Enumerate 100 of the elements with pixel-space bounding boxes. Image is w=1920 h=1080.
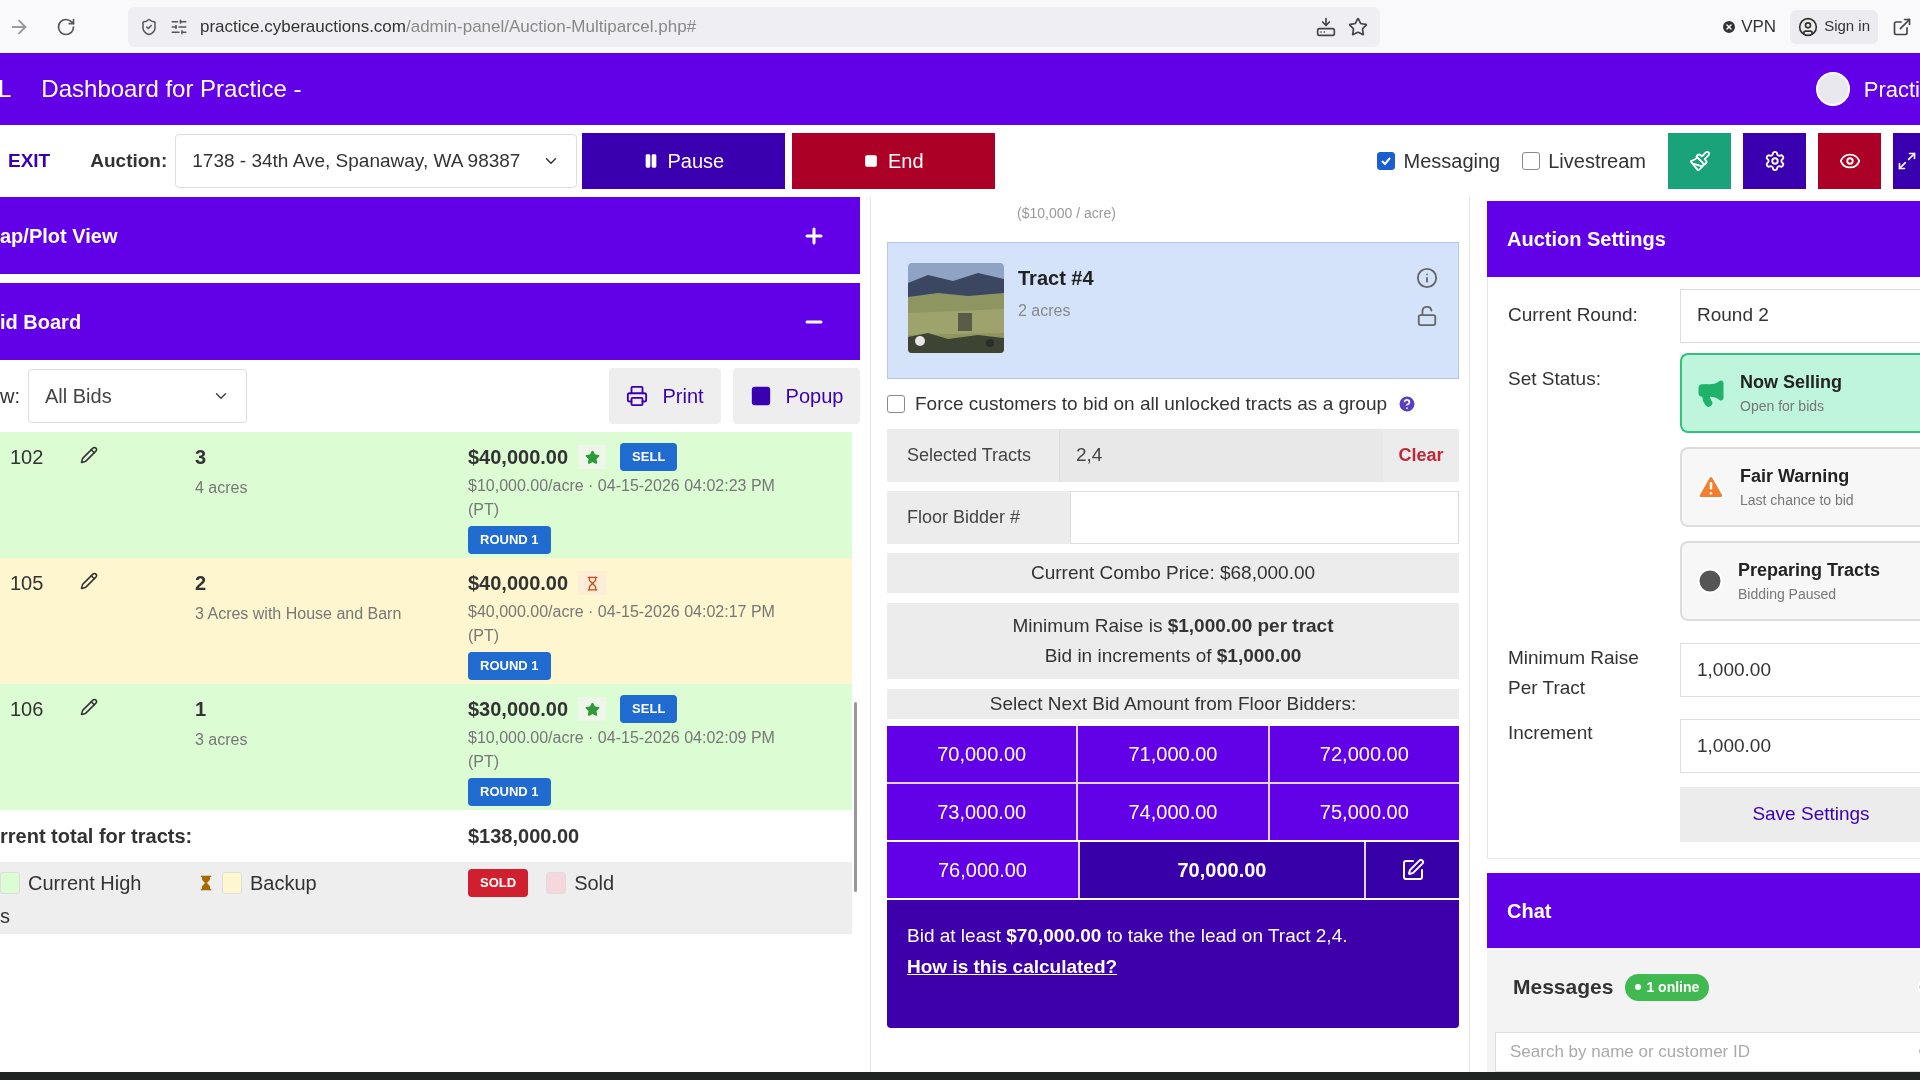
settings-header: Auction Settings xyxy=(1487,201,1920,277)
bid-amount-button[interactable]: 74,000.00 xyxy=(1078,784,1268,840)
bid-amount: $30,000.00 xyxy=(468,697,569,722)
address-bar[interactable]: practice.cyberauctions.com/admin-panel/Auction-Multiparcel.php# xyxy=(128,6,1380,47)
info-icon[interactable] xyxy=(1416,267,1438,289)
bid-amount-button[interactable]: 76,000.00 xyxy=(887,842,1078,898)
preview-button[interactable] xyxy=(1818,133,1881,189)
share-icon[interactable] xyxy=(1892,16,1912,37)
scrollbar-thumb[interactable] xyxy=(854,702,857,892)
status-subtitle: Last chance to bid xyxy=(1740,490,1854,510)
checkbox[interactable] xyxy=(1522,152,1541,170)
download-icon[interactable] xyxy=(1316,16,1336,37)
status-option[interactable]: Fair Warning Last chance to bid xyxy=(1680,446,1920,527)
selected-tracts-field[interactable]: 2,4 xyxy=(1059,429,1383,482)
checkbox[interactable] xyxy=(1377,152,1396,170)
settings-icon xyxy=(1763,150,1786,172)
fullscreen-button[interactable] xyxy=(1893,133,1920,189)
round-badge: ROUND 1 xyxy=(468,778,551,806)
bid-amount-button[interactable]: 71,000.00 xyxy=(1078,726,1268,782)
toggle-label[interactable]: Livestream xyxy=(1548,146,1646,176)
help-icon[interactable] xyxy=(1397,394,1418,414)
status-title: Fair Warning xyxy=(1740,464,1851,488)
floor-bidder-label: Floor Bidder # xyxy=(887,491,1070,544)
status-option[interactable]: Now Selling Open for bids xyxy=(1680,352,1920,433)
save-settings-button[interactable]: Save Settings xyxy=(1680,786,1920,842)
minimum-raise-field[interactable]: 1,000.00 xyxy=(1680,642,1920,697)
lead-note: Bid at least $70,000.00 to take the lead on Tract 2,4. xyxy=(907,925,1348,946)
pause-button[interactable]: Pause xyxy=(582,133,786,189)
checkmark-icon xyxy=(1380,155,1393,167)
end-button[interactable]: End xyxy=(792,133,996,189)
user-name[interactable]: Practi xyxy=(1863,72,1920,106)
reload-icon[interactable] xyxy=(56,16,76,37)
vpn-button[interactable]: VPN xyxy=(1721,13,1777,40)
bid-details: $10,000.00/acre · 04-15-2026 04:02:23 PM (PT) xyxy=(468,476,776,520)
edit-icon xyxy=(1400,858,1425,882)
bookmark-star-icon[interactable] xyxy=(1348,16,1368,37)
bid-amount: $40,000.00 xyxy=(468,445,569,470)
select-next-text: Select Next Bid Amount from Floor Bidders: xyxy=(887,689,1459,719)
url-text: practice.cyberauctions.com/admin-panel/Auction-Multiparcel.php# xyxy=(200,15,697,38)
force-group-label[interactable]: Force customers to bid on all unlocked tracts as a group xyxy=(915,389,1388,419)
bid-amount-button[interactable]: 75,000.00 xyxy=(1269,784,1459,840)
status-option[interactable]: Preparing Tracts Bidding Paused xyxy=(1680,540,1920,621)
custom-amount-button[interactable]: 70,000.00 xyxy=(1080,842,1364,898)
tract-description: 3 Acres with House and Barn xyxy=(195,604,403,624)
bid-row[interactable]: 106 1 3 acres $30,000.00 SELL $10,000.00/acre · 04-15-2026 04:02:09 PM (PT) ROUND 1 xyxy=(0,684,852,810)
toggle-label[interactable]: Messaging xyxy=(1403,146,1501,176)
edit-icon[interactable] xyxy=(80,572,98,590)
auction-select[interactable]: 1738 - 34th Ave, Spanaway, WA 98387 xyxy=(175,134,578,188)
close-circle-icon xyxy=(1721,18,1738,35)
panel-header[interactable]: id Board xyxy=(0,283,860,360)
bid-amount-button[interactable]: 70,000.00 xyxy=(887,726,1077,782)
bid-row[interactable]: 102 3 4 acres $40,000.00 SELL $10,000.00/acre · 04-15-2026 04:02:23 PM (PT) ROUND 1 xyxy=(0,432,852,558)
tract-acres: 2 acres xyxy=(1018,301,1072,321)
bid-amount-button[interactable]: 72,000.00 xyxy=(1269,726,1459,782)
legend-swatch xyxy=(546,872,567,894)
edit-icon[interactable] xyxy=(80,446,98,464)
avatar-icon[interactable] xyxy=(1815,72,1850,106)
round-select[interactable]: Round 2 xyxy=(1680,288,1920,343)
bid-details: $40,000.00/acre · 04-15-2026 04:02:17 PM (PT) xyxy=(468,602,776,646)
window-icon xyxy=(749,385,772,407)
panel-header[interactable]: ap/Plot View xyxy=(0,197,860,274)
tract-number: 2 xyxy=(195,571,208,596)
dashboard-title: Dashboard for Practice - xyxy=(41,74,302,104)
settings-button[interactable] xyxy=(1743,133,1806,189)
floor-bidder-field[interactable] xyxy=(1070,491,1459,544)
tract-description: 3 acres xyxy=(195,730,249,750)
exit-link[interactable]: EXIT xyxy=(8,146,51,176)
sign-in-button[interactable]: Sign in xyxy=(1790,9,1878,44)
hourglass-icon xyxy=(198,874,214,892)
status-title: Now Selling xyxy=(1740,370,1842,394)
stop-icon xyxy=(864,154,878,168)
unlock-icon[interactable] xyxy=(1416,305,1438,327)
price-per-acre: ($10,000 / acre) xyxy=(1017,204,1116,223)
tract-number: 3 xyxy=(195,445,208,470)
online-badge: 1 online xyxy=(1625,973,1710,1001)
bid-amount-button[interactable]: 73,000.00 xyxy=(887,784,1077,840)
bid-row[interactable]: 105 2 3 Acres with House and Barn $40,000.00 $40,000.00/acre · 04-15-2026 04:02:17 PM (PT) ROUND 1 xyxy=(0,558,852,684)
status-label: Set Status: xyxy=(1508,366,1602,391)
site-settings-icon[interactable] xyxy=(170,17,188,36)
brush-button[interactable] xyxy=(1668,133,1731,189)
edit-icon[interactable] xyxy=(80,698,98,716)
edit-amount-button[interactable] xyxy=(1366,842,1459,898)
clear-button[interactable]: Clear xyxy=(1383,429,1459,482)
bid-amount: $40,000.00 xyxy=(468,571,569,596)
shield-icon xyxy=(140,17,158,36)
view-select[interactable]: All Bids xyxy=(28,369,247,423)
printer-icon xyxy=(626,385,649,407)
calculation-link[interactable]: How is this calculated? xyxy=(907,956,1118,977)
popup-button[interactable]: Popup xyxy=(733,368,860,424)
chat-header: Chat xyxy=(1487,872,1920,949)
print-button[interactable]: Print xyxy=(609,368,721,424)
increment-field[interactable]: 1,000.00 xyxy=(1680,718,1920,773)
round-badge: ROUND 1 xyxy=(468,652,551,680)
checkbox[interactable] xyxy=(887,395,905,413)
hourglass-icon xyxy=(578,571,607,595)
selected-tracts-label: Selected Tracts xyxy=(906,444,1033,467)
messages-title: Messages xyxy=(1513,974,1614,1001)
tract-card[interactable]: Tract #4 2 acres xyxy=(887,242,1459,379)
logo-text: L xyxy=(0,74,12,104)
sell-badge: SELL xyxy=(620,443,678,471)
